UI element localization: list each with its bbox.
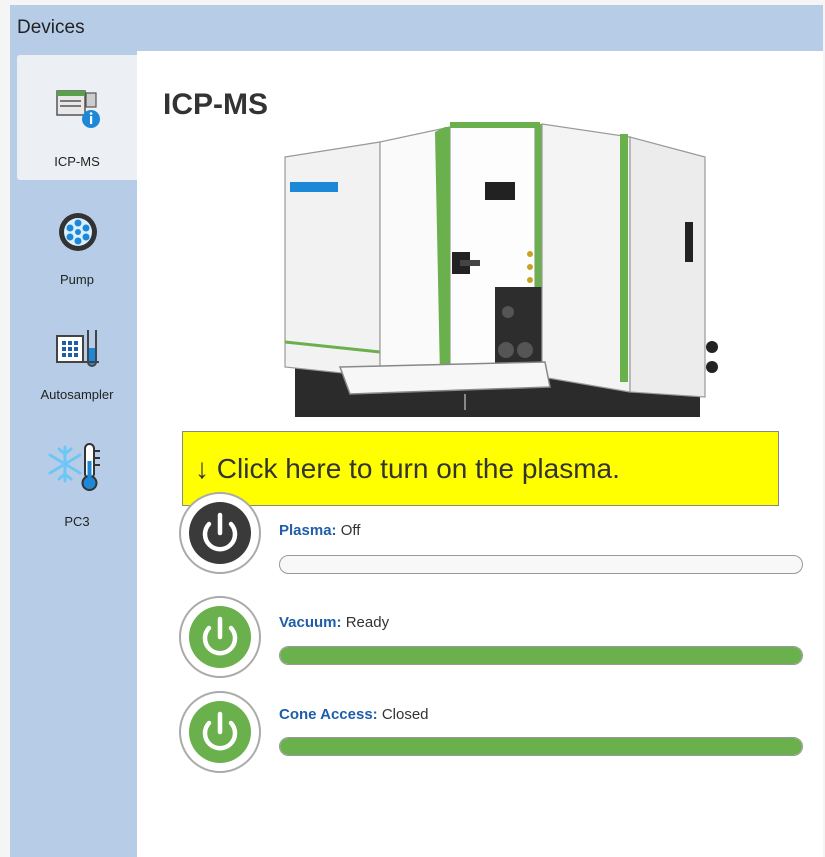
- sidebar-item-pc3[interactable]: PC3: [17, 429, 137, 554]
- icpms-info-icon: [56, 90, 100, 128]
- vacuum-power-button[interactable]: [178, 595, 262, 679]
- autosampler-icon: [56, 330, 99, 367]
- plasma-power-button[interactable]: [178, 491, 262, 575]
- status-name: Vacuum:: [279, 614, 342, 631]
- status-name: Cone Access:: [279, 706, 378, 723]
- sidebar-item-autosampler[interactable]: Autosampler: [17, 304, 137, 429]
- sidebar-item-label: PC3: [64, 514, 90, 529]
- callout-text: ↓ Click here to turn on the plasma.: [195, 452, 620, 484]
- sidebar-item-pump[interactable]: Pump: [17, 180, 137, 305]
- status-value: Off: [340, 522, 361, 539]
- cone-access-power-button[interactable]: [178, 690, 262, 774]
- sidebar-item-label: ICP-MS: [54, 154, 100, 169]
- status-name: Plasma:: [279, 522, 337, 539]
- sidebar-item-icp-ms[interactable]: ICP-MS: [17, 55, 137, 180]
- device-sidebar: ICP-MS Pump Autosampler PC3: [10, 51, 137, 857]
- vacuum-progress-bar: [279, 646, 803, 665]
- vacuum-progress-fill: [280, 647, 802, 664]
- vacuum-status-label: Vacuum: Ready: [279, 614, 389, 631]
- cone-access-status-label: Cone Access: Closed: [279, 706, 429, 723]
- plasma-status-label: Plasma: Off: [279, 522, 360, 539]
- plasma-progress-bar: [279, 555, 803, 574]
- window-header: Devices: [10, 5, 823, 51]
- snowflake-thermometer-icon: [48, 443, 100, 491]
- instruction-callout: ↓ Click here to turn on the plasma.: [182, 431, 779, 506]
- window-title: Devices: [17, 17, 85, 38]
- sidebar-item-label: Pump: [60, 272, 94, 287]
- icp-ms-instrument-image: [284, 122, 718, 417]
- page-title: ICP-MS: [163, 88, 268, 121]
- cone-access-progress-fill: [280, 738, 802, 755]
- cone-access-progress-bar: [279, 737, 803, 756]
- status-value: Closed: [381, 706, 429, 723]
- pump-icon: [59, 213, 97, 251]
- status-value: Ready: [345, 614, 390, 631]
- sidebar-item-label: Autosampler: [40, 387, 114, 402]
